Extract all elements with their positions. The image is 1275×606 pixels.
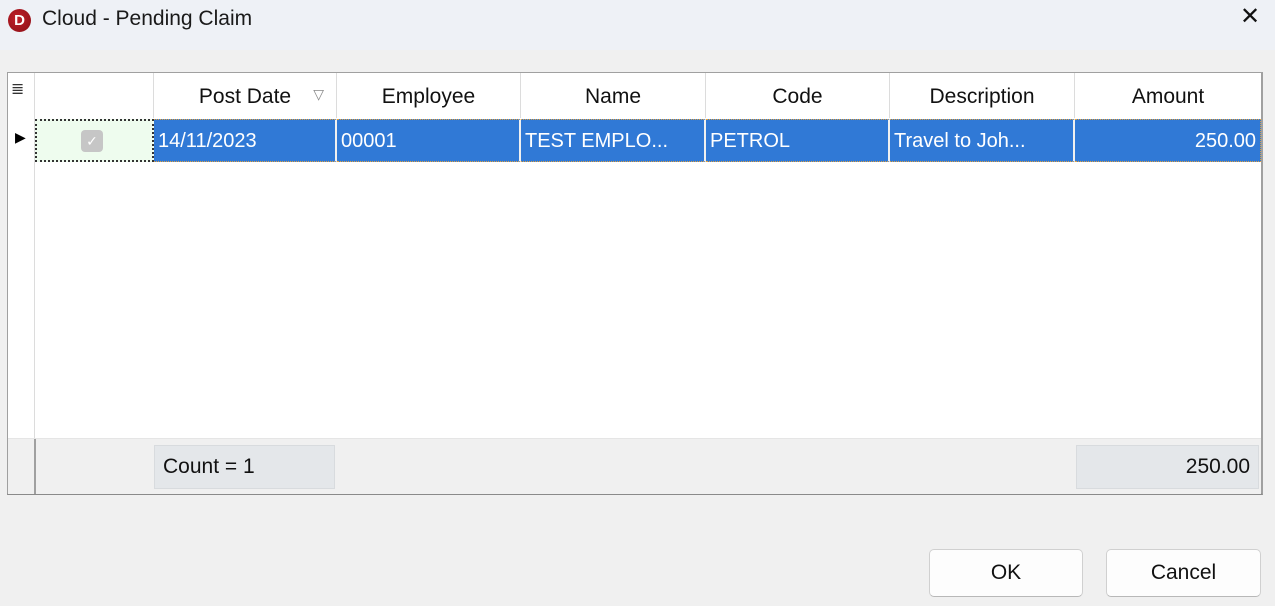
close-icon: ✕: [1239, 3, 1261, 30]
header-employee[interactable]: Employee: [337, 73, 521, 118]
cell-amount[interactable]: 250.00: [1075, 119, 1261, 162]
footer-amount-total: 250.00: [1076, 445, 1259, 489]
header-amount[interactable]: Amount: [1075, 73, 1261, 118]
row-indicator-icon: ▶: [15, 129, 26, 145]
header-select[interactable]: [36, 73, 154, 118]
row-checkbox-cell[interactable]: ✓: [35, 119, 154, 162]
header-post-date[interactable]: Post Date ▽: [154, 73, 337, 118]
cell-name[interactable]: TEST EMPLO...: [521, 119, 706, 162]
app-logo-icon: D: [8, 9, 31, 32]
header-label: Post Date: [198, 85, 292, 108]
cancel-button[interactable]: Cancel: [1106, 549, 1261, 597]
header-name[interactable]: Name: [521, 73, 706, 118]
pending-claims-grid[interactable]: ≣ Post Date ▽ Employee Name Code Descrip…: [7, 72, 1263, 495]
header-code[interactable]: Code: [706, 73, 890, 118]
grid-footer: Count = 1 250.00: [8, 438, 1261, 494]
cell-post-date[interactable]: 14/11/2023: [154, 119, 337, 162]
filter-icon[interactable]: ▽: [313, 71, 324, 118]
ok-button[interactable]: OK: [929, 549, 1083, 597]
cell-description[interactable]: Travel to Joh...: [890, 119, 1075, 162]
row-checkbox[interactable]: ✓: [81, 130, 103, 152]
column-chooser-icon[interactable]: ≣: [11, 79, 24, 99]
window-title: Cloud - Pending Claim: [42, 7, 253, 30]
cell-code[interactable]: PETROL: [706, 119, 890, 162]
header-description[interactable]: Description: [890, 73, 1075, 118]
cell-employee[interactable]: 00001: [337, 119, 521, 162]
close-button[interactable]: ✕: [1232, 2, 1268, 32]
footer-count: Count = 1: [154, 445, 335, 489]
footer-divider: [34, 439, 36, 494]
title-bar: D Cloud - Pending Claim ✕: [0, 0, 1275, 50]
